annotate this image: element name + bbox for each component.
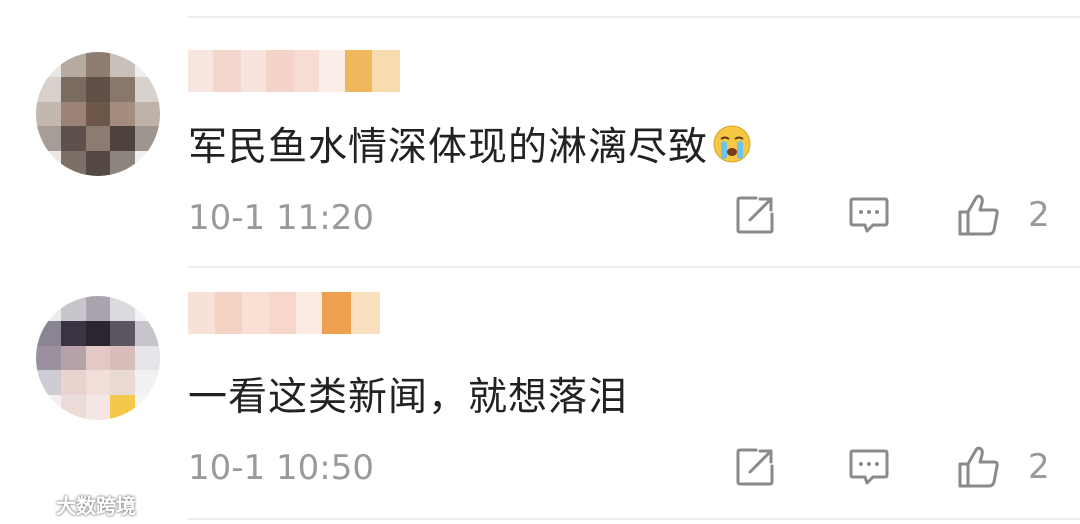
comment-body: 一看这类新闻，就想落泪	[188, 375, 629, 420]
crying-face-emoji-icon	[712, 124, 752, 164]
watermark-logo-icon	[6, 494, 45, 518]
divider	[188, 266, 1080, 268]
share-icon	[736, 448, 774, 486]
like-button[interactable]: 2	[956, 192, 1052, 238]
comment-icon	[849, 449, 889, 485]
comment-text: 军民鱼水情深体现的淋漓尽致	[188, 116, 752, 172]
like-button[interactable]: 2	[956, 444, 1052, 490]
thumbs-up-icon	[958, 194, 999, 236]
avatar[interactable]	[36, 52, 160, 176]
divider	[188, 518, 1080, 520]
like-count: 2	[1028, 195, 1050, 235]
comment-body: 军民鱼水情深体现的淋漓尽致	[188, 125, 709, 170]
comment-timestamp: 10-1 11:20	[188, 198, 374, 238]
reply-button[interactable]	[846, 444, 892, 490]
share-button[interactable]	[732, 192, 778, 238]
watermark-text: 大数跨境	[56, 493, 136, 518]
like-count: 2	[1028, 447, 1050, 487]
thumbs-up-icon	[958, 446, 999, 488]
share-button[interactable]	[732, 444, 778, 490]
comment-timestamp: 10-1 10:50	[188, 448, 374, 488]
comment-item: 军民鱼水情深体现的淋漓尽致 10-1 11:20 2	[0, 18, 1080, 268]
watermark: 大数跨境	[4, 487, 136, 521]
comment-icon	[849, 197, 889, 233]
username-blurred[interactable]	[188, 292, 380, 334]
comment-text: 一看这类新闻，就想落泪	[188, 366, 628, 422]
share-icon	[736, 196, 774, 234]
comment-item: 一看这类新闻，就想落泪 10-1 10:50 2	[0, 270, 1080, 520]
avatar[interactable]	[36, 296, 160, 420]
username-blurred[interactable]	[188, 50, 400, 92]
reply-button[interactable]	[846, 192, 892, 238]
comment-list: 军民鱼水情深体现的淋漓尽致 10-1 11:20 2 一看这类新闻，就想落泪 1…	[0, 0, 1080, 524]
